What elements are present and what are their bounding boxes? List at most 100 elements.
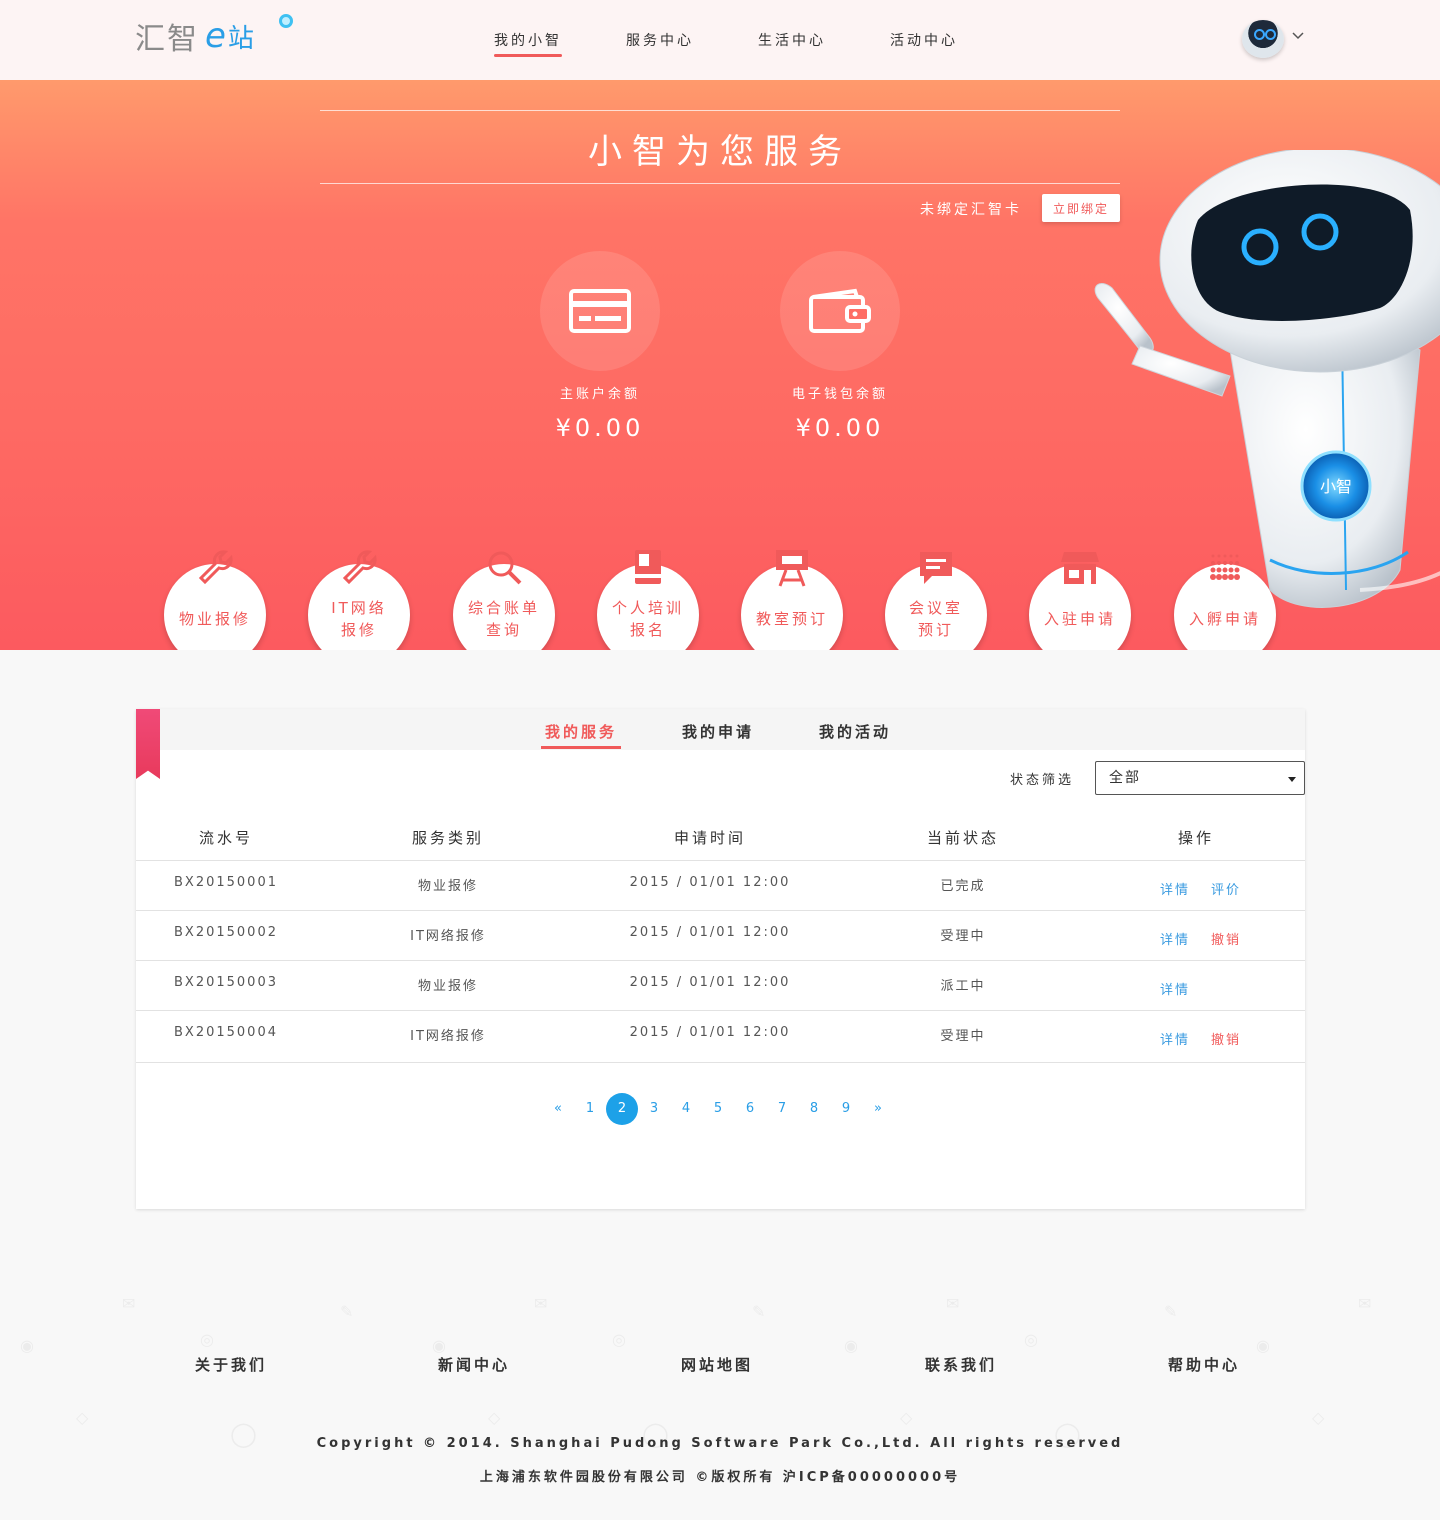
cell-category: IT网络报修 (410, 929, 486, 944)
pagination-page[interactable]: 7 (766, 1093, 798, 1125)
service-classroom-booking[interactable]: 教室预订 (741, 550, 843, 650)
service-meeting-room-text2: 预订 (917, 621, 954, 639)
nav-my-xiaozhi[interactable]: 我的小智 (494, 30, 562, 57)
column-header-serial: 流水号 (198, 829, 253, 847)
cancel-link[interactable]: 撤销 (1211, 1029, 1241, 1048)
wrench-icon (342, 550, 377, 585)
logo-text-part3: 站 (227, 23, 256, 54)
column-header-status: 当前状态 (926, 829, 999, 847)
cell-status: 已完成 (940, 879, 986, 894)
book-icon (635, 550, 661, 584)
tab-my-activities[interactable]: 我的活动 (819, 721, 891, 749)
service-settle-apply[interactable]: 入驻申请 (1029, 552, 1131, 650)
service-bill-query[interactable]: 综合账单 查询 (453, 551, 555, 650)
column-header-time: 申请时间 (673, 829, 746, 847)
logo-text-part1: 汇智 (135, 22, 199, 57)
details-link[interactable]: 详情 (1160, 979, 1190, 998)
service-classroom-booking-text: 教室预订 (755, 610, 828, 628)
watermark-icon: ✉ (946, 1294, 960, 1313)
service-it-repair-text2: 报修 (340, 621, 377, 639)
service-meeting-room-text1: 会议室 (908, 599, 963, 617)
hero-divider-top (320, 110, 1120, 111)
column-header-actions: 操作 (1177, 829, 1214, 847)
pagination-page[interactable]: 3 (638, 1093, 670, 1125)
site-logo[interactable]: 汇智 e 站 (135, 14, 293, 58)
details-link[interactable]: 详情 (1160, 879, 1190, 898)
footer-link-sitemap[interactable]: 网站地图 (681, 1354, 753, 1375)
robot-badge-text: 小智 (1320, 477, 1352, 496)
pagination-page[interactable]: 5 (702, 1093, 734, 1125)
service-training-signup[interactable]: 个人培训 报名 (597, 550, 699, 650)
pagination-prev[interactable]: « (542, 1093, 574, 1125)
cell-status: 派工中 (940, 979, 986, 994)
watermark-icon: ✎ (1164, 1302, 1178, 1321)
cell-serial: BX20150003 (174, 975, 278, 990)
watermark-icon: ◇ (1312, 1408, 1325, 1427)
cancel-link[interactable]: 撤销 (1211, 929, 1241, 948)
wallet-value: ¥0.00 (795, 414, 885, 442)
watermark-icon: ◉ (844, 1336, 858, 1355)
hero-divider-bottom (320, 183, 1120, 184)
pagination-page[interactable]: 6 (734, 1093, 766, 1125)
service-meeting-room[interactable]: 会议室 预订 (885, 552, 987, 650)
watermark-icon: ◎ (200, 1330, 214, 1349)
rate-link[interactable]: 评价 (1211, 879, 1241, 898)
watermark-icon: ◉ (432, 1336, 446, 1355)
details-link[interactable]: 详情 (1160, 929, 1190, 948)
cell-time: 2015 / 01/01 12:00 (629, 975, 791, 990)
watermark-icon: ◎ (1024, 1330, 1038, 1349)
status-filter-label: 状态筛选 (1010, 773, 1075, 788)
footer-link-about[interactable]: 关于我们 (195, 1354, 267, 1375)
watermark-icon: ✉ (534, 1294, 548, 1313)
chevron-down-icon[interactable] (1292, 30, 1304, 42)
pagination-page[interactable]: 8 (798, 1093, 830, 1125)
table-row: BX20150004 IT网络报修 2015 / 01/01 12:00 受理中… (136, 1010, 1305, 1063)
tab-my-applications[interactable]: 我的申请 (682, 721, 754, 749)
cell-category: 物业报修 (417, 979, 478, 994)
watermark-icon: ✎ (340, 1302, 354, 1321)
service-bill-query-text1: 综合账单 (467, 599, 540, 617)
watermark-icon: ◎ (612, 1330, 626, 1349)
wallet-balance: 电子钱包余额 ¥0.00 (780, 251, 900, 442)
footer-link-contact[interactable]: 联系我们 (925, 1354, 997, 1375)
pagination-page[interactable]: 4 (670, 1093, 702, 1125)
pagination-next[interactable]: » (862, 1093, 894, 1125)
service-it-repair[interactable]: IT网络报修 (308, 550, 410, 650)
details-link[interactable]: 详情 (1160, 1029, 1190, 1048)
wallet-icon (780, 251, 900, 371)
main-account-balance: 主账户余额 ¥0.00 (540, 251, 660, 442)
cell-serial: BX20150001 (174, 875, 278, 890)
magnifier-icon (488, 551, 522, 585)
hero-banner: 小智为您服务 未绑定汇智卡 立即绑定 主账户余额 ¥0.00 电子钱包余额 ¥0… (0, 80, 1440, 650)
bookmark-ribbon-icon (136, 709, 160, 779)
status-filter-select[interactable]: 全部 (1095, 761, 1305, 795)
nav-activity-center[interactable]: 活动中心 (890, 30, 958, 56)
main-account-value: ¥0.00 (555, 414, 645, 442)
service-incubation-apply-text: 入孵申请 (1188, 610, 1261, 628)
pagination-page-current[interactable]: 2 (606, 1093, 638, 1125)
cell-status: 受理中 (940, 1029, 986, 1044)
watermark-icon: ◉ (20, 1336, 34, 1355)
nav-life-center[interactable]: 生活中心 (758, 30, 826, 56)
logo-text-part2: e (205, 16, 228, 56)
main-account-label: 主账户余额 (559, 387, 640, 402)
footer-link-help[interactable]: 帮助中心 (1168, 1354, 1240, 1375)
service-property-repair-text: 物业报修 (178, 610, 251, 628)
pagination-page[interactable]: 9 (830, 1093, 862, 1125)
service-property-repair[interactable]: 物业报修 (164, 550, 266, 650)
watermark-icon: ✉ (122, 1294, 136, 1313)
footer-link-news[interactable]: 新闻中心 (438, 1354, 510, 1375)
cell-time: 2015 / 01/01 12:00 (629, 925, 791, 940)
my-services-panel: 我的服务 我的申请 我的活动 状态筛选 全部 流水号 服务类别 申请时间 当前状… (136, 709, 1305, 1209)
tab-my-services[interactable]: 我的服务 (540, 721, 622, 749)
robot-avatar-icon[interactable] (1242, 20, 1284, 58)
nav-service-center[interactable]: 服务中心 (626, 30, 694, 56)
service-incubation-apply[interactable]: 入孵申请 (1174, 554, 1276, 650)
table-row: BX20150001 物业报修 2015 / 01/01 12:00 已完成 详… (136, 860, 1305, 910)
watermark-icon: ◉ (1256, 1336, 1270, 1355)
cell-serial: BX20150004 (174, 1025, 278, 1040)
service-it-repair-text1: IT网络 (331, 599, 387, 617)
column-header-category: 服务类别 (411, 829, 484, 847)
pagination-page[interactable]: 1 (574, 1093, 606, 1125)
watermark-icon: ◇ (900, 1408, 913, 1427)
